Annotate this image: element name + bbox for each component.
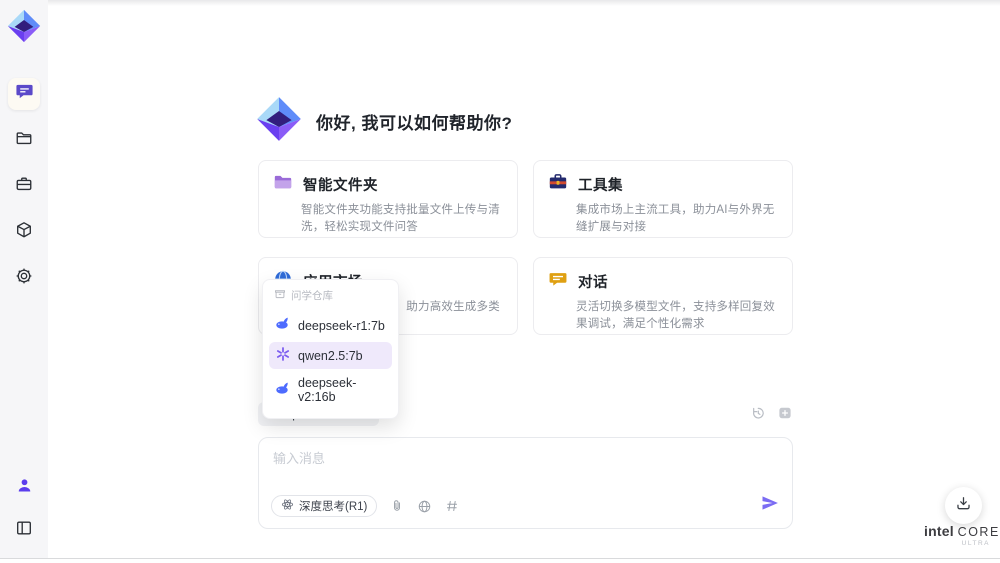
card-smart-folder[interactable]: 智能文件夹 智能文件夹功能支持批量文件上传与清洗，轻松实现文件问答 (258, 160, 518, 238)
greeting-title: 你好, 我可以如何帮助你? (316, 114, 513, 133)
card-dialog[interactable]: 对话 灵活切换多模型文件，支持多样回复效果调试，满足个性化需求 (533, 257, 793, 335)
window-bottom-border (0, 558, 1000, 559)
sidebar-bottom (8, 472, 40, 546)
app-window: 你好, 我可以如何帮助你? 智能文件夹 智能文件夹功能支持批量文件上传与清洗，轻… (0, 0, 1000, 563)
download-fab[interactable] (945, 487, 982, 524)
window-top-shadow (48, 0, 1000, 6)
model-option-deepseek-v2[interactable]: deepseek-v2:16b (269, 372, 392, 408)
model-dropdown: 问学仓库 deepseek-r1:7b qwen2.5:7b deepseek-… (262, 279, 399, 419)
briefcase-icon (15, 175, 33, 198)
intel-sub-text: ULTRA (961, 540, 990, 547)
model-option-label: deepseek-v2:16b (298, 376, 357, 404)
app-logo (6, 9, 42, 48)
intel-core-badge: intel CORE ULTRA (924, 523, 998, 547)
folder-icon (15, 129, 33, 152)
gear-icon (15, 267, 33, 290)
send-button[interactable] (758, 493, 782, 517)
sidebar-item-models[interactable] (8, 216, 40, 248)
gem-logo-icon (256, 96, 302, 147)
history-icon[interactable] (750, 405, 766, 421)
atom-icon (281, 498, 294, 514)
model-repo-label: 问学仓库 (291, 290, 333, 302)
sidebar-item-toolbox[interactable] (8, 170, 40, 202)
card-desc: 集成市场上主流工具，助力AI与外界无缝扩展与对接 (576, 204, 775, 234)
deepseek-whale-icon (275, 381, 291, 400)
chat-yellow-icon (548, 269, 568, 294)
card-title: 工具集 (578, 178, 623, 194)
gem-logo-icon (7, 9, 41, 48)
prompt-hash-icon[interactable] (445, 499, 459, 513)
chat-actions (750, 405, 793, 421)
paper-plane-icon (760, 493, 780, 518)
message-composer[interactable]: 输入消息 深度思考(R1) (258, 437, 793, 529)
card-desc: 智能文件夹功能支持批量文件上传与清洗，轻松实现文件问答 (301, 204, 500, 234)
model-option-label: deepseek-r1:7b (298, 318, 385, 333)
sidebar-item-settings[interactable] (8, 262, 40, 294)
model-option-qwen[interactable]: qwen2.5:7b (269, 342, 392, 369)
sidebar (0, 0, 48, 558)
qwen-logo-icon (275, 346, 291, 365)
card-title: 对话 (578, 275, 608, 291)
model-option-deepseek-r1[interactable]: deepseek-r1:7b (269, 312, 392, 339)
folder-purple-icon (273, 172, 293, 197)
sidebar-item-account[interactable] (8, 472, 40, 504)
new-chat-icon[interactable] (777, 405, 793, 421)
deep-think-toggle[interactable]: 深度思考(R1) (271, 495, 378, 517)
sidebar-item-chat[interactable] (8, 78, 40, 110)
panels-icon (15, 519, 33, 542)
sidebar-item-collapse[interactable] (8, 514, 40, 546)
sidebar-item-folders[interactable] (8, 124, 40, 156)
model-dropdown-header: 问学仓库 (269, 288, 392, 309)
composer-toolbar: 深度思考(R1) (271, 495, 459, 517)
sidebar-nav (8, 78, 40, 294)
chat-bubble-icon (15, 82, 34, 106)
cube-icon (15, 221, 33, 244)
deep-think-label: 深度思考(R1) (299, 501, 368, 513)
repo-box-icon (274, 288, 286, 303)
intel-logo-text: intel (924, 523, 954, 539)
download-icon (955, 495, 972, 517)
model-option-label: qwen2.5:7b (298, 348, 363, 363)
web-search-icon[interactable] (417, 499, 432, 514)
card-title: 智能文件夹 (303, 178, 378, 194)
attachment-icon[interactable] (390, 499, 404, 513)
card-toolset[interactable]: 工具集 集成市场上主流工具，助力AI与外界无缝扩展与对接 (533, 160, 793, 238)
card-desc: 灵活切换多模型文件，支持多样回复效果调试，满足个性化需求 (576, 301, 775, 331)
main-panel: 你好, 我可以如何帮助你? 智能文件夹 智能文件夹功能支持批量文件上传与清洗，轻… (48, 0, 1000, 558)
greeting: 你好, 我可以如何帮助你? (256, 96, 512, 147)
user-icon (16, 477, 33, 499)
composer-placeholder: 输入消息 (273, 451, 326, 466)
briefcase-color-icon (548, 172, 568, 197)
core-logo-text: CORE (957, 525, 1000, 539)
deepseek-whale-icon (275, 316, 291, 335)
